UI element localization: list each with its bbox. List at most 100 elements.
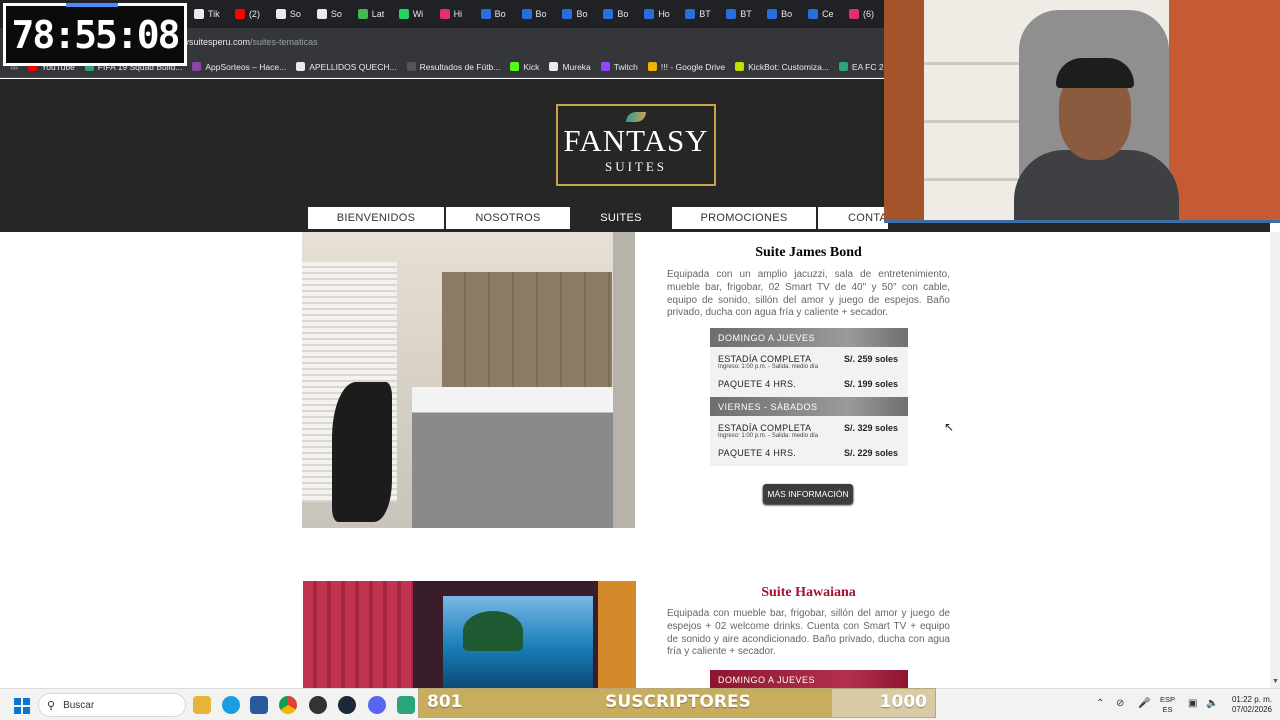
file-explorer-icon[interactable]	[193, 696, 211, 714]
network-icon[interactable]: ⊘	[1116, 698, 1124, 709]
mouse-cursor-icon: ↖	[944, 420, 955, 434]
browser-tab[interactable]: Wi	[393, 0, 434, 28]
tab-title: Tik	[208, 9, 220, 19]
price-group-header: DOMINGO A JUEVES	[710, 670, 908, 688]
bookmark-favicon-icon	[510, 62, 520, 71]
tab-title: Ce	[822, 9, 834, 19]
fantasy-suites-logo[interactable]: FANTASY SUITES	[556, 104, 716, 186]
tab-favicon-icon	[644, 9, 655, 19]
tab-favicon-icon	[562, 9, 573, 19]
price-row-value: S/. 259 soles	[843, 354, 898, 364]
browser-tab[interactable]: Bo	[556, 0, 597, 28]
page-scrollbar[interactable]	[1270, 232, 1280, 688]
suite-title: Suite James Bond	[755, 245, 862, 260]
nav-nosotros[interactable]: NOSOTROS	[446, 207, 570, 229]
bookmark-item[interactable]: EA FC 26	[838, 62, 884, 72]
tab-title: Lat	[371, 9, 385, 19]
language-indicator[interactable]: ESP ES	[1160, 695, 1175, 715]
obs-icon[interactable]	[309, 696, 327, 714]
bookmark-item[interactable]: Twitch	[600, 61, 638, 72]
nav-contacto[interactable]: CONTACTO	[818, 207, 888, 229]
browser-tab[interactable]: Bo	[761, 0, 802, 28]
browser-tab[interactable]: Bo	[516, 0, 557, 28]
browser-tab[interactable]: So	[270, 0, 311, 28]
tab-favicon-icon	[849, 9, 859, 19]
tab-title: Bo	[494, 9, 506, 19]
tab-favicon-icon	[194, 9, 204, 19]
suite-hawaiana-photo	[303, 581, 636, 688]
nav-suites[interactable]: SUITES	[572, 207, 670, 229]
scroll-down-icon[interactable]: ▼	[1272, 678, 1279, 685]
palm-tree	[463, 611, 523, 651]
suite-description: Equipada con mueble bar, frigobar, silló…	[667, 608, 950, 658]
browser-tab[interactable]: Hi	[434, 0, 475, 28]
wall	[884, 0, 924, 223]
browser-tab[interactable]: (2)	[229, 0, 270, 28]
door	[613, 232, 635, 528]
bookmark-favicon-icon	[735, 62, 745, 71]
price-row: PAQUETE 4 HRS. S/. 199 soles	[710, 372, 908, 397]
browser-tab[interactable]: Bo	[597, 0, 638, 28]
browser-tab[interactable]: Tik	[188, 0, 229, 28]
price-row: ESTADÍA COMPLETA Ingreso: 1:00 p.m. - Sa…	[710, 416, 908, 441]
taskbar-clock[interactable]: 01:22 p. m. 07/02/2026	[1224, 695, 1272, 715]
subscriber-current: 801	[427, 692, 463, 712]
price-row-label: ESTADÍA COMPLETA	[718, 354, 812, 364]
microphone-icon[interactable]: 🎤	[1138, 698, 1150, 709]
browser-tab[interactable]: Lat	[352, 0, 393, 28]
volume-icon[interactable]: 🔈	[1206, 698, 1218, 709]
bookmark-item[interactable]: APELLIDOS QUECH...	[296, 62, 397, 72]
main-nav: BIENVENIDOS NOSOTROS SUITES PROMOCIONES …	[308, 207, 888, 229]
suite-description: Equipada con un amplio jacuzzi, sala de …	[667, 269, 950, 319]
tab-title: Bo	[535, 9, 547, 19]
nav-promociones[interactable]: PROMOCIONES	[672, 207, 816, 229]
browser-tab[interactable]: BT	[720, 0, 761, 28]
bookmark-favicon-icon	[647, 62, 657, 71]
browser-tab[interactable]: BT	[679, 0, 720, 28]
bookmark-label: Twitch	[613, 61, 638, 72]
tab-favicon-icon	[685, 9, 696, 19]
bookmark-item[interactable]: Mureka	[549, 62, 591, 72]
price-table: DOMINGO A JUEVES ESTADÍA COMPLETA Ingres…	[710, 328, 908, 466]
tab-title: Ho	[658, 9, 670, 19]
bookmark-item[interactable]: AppSorteos – Hace...	[192, 62, 286, 72]
bookmark-favicon-icon	[600, 62, 610, 71]
more-info-button[interactable]: MÁS INFORMACIÓN	[763, 484, 853, 504]
price-group-header: VIERNES - SÁBADOS	[710, 397, 908, 416]
notepad-icon[interactable]	[397, 696, 415, 714]
lang-code: ESP	[1160, 695, 1176, 704]
steam-icon[interactable]	[338, 696, 356, 714]
tab-title: Bo	[781, 9, 793, 19]
chevron-up-icon[interactable]: ⌃	[1096, 698, 1104, 709]
price-row: PAQUETE 4 HRS. S/. 229 soles	[710, 441, 908, 466]
browser-tab[interactable]: Ho	[638, 0, 679, 28]
tab-favicon-icon	[603, 9, 614, 19]
discord-icon[interactable]	[368, 696, 386, 714]
tab-favicon-icon	[480, 9, 491, 19]
clock-date: 07/02/2026	[1231, 705, 1272, 714]
suite-james-bond-photo	[302, 232, 635, 528]
love-chair	[332, 382, 392, 522]
bookmark-favicon-icon	[838, 62, 848, 71]
browser-tab[interactable]: (6)	[843, 0, 884, 28]
edge-icon[interactable]	[222, 696, 240, 714]
logo-main-text: FANTASY	[563, 123, 709, 158]
windows-start-icon[interactable]	[14, 698, 30, 714]
taskbar-search[interactable]: ⚲ Buscar	[38, 693, 186, 717]
bookmark-item[interactable]: KickBot: Customiza...	[735, 62, 829, 72]
display-icon[interactable]: ▣	[1188, 698, 1197, 709]
price-row-sub: Ingreso: 1:00 p.m. - Salida: medio día	[718, 364, 819, 370]
streamer-body	[1014, 150, 1179, 223]
chrome-icon[interactable]	[279, 696, 297, 714]
browser-tab[interactable]: Ce	[802, 0, 843, 28]
lang-layout: ES	[1162, 705, 1173, 714]
tab-favicon-icon	[357, 9, 368, 19]
leaf-icon	[626, 112, 646, 122]
bookmark-item[interactable]: Resultados de Fútb...	[406, 62, 500, 72]
nav-bienvenidos[interactable]: BIENVENIDOS	[308, 207, 444, 229]
bookmark-item[interactable]: !!! - Google Drive	[647, 62, 725, 72]
browser-tab[interactable]: So	[311, 0, 352, 28]
store-icon[interactable]	[250, 696, 268, 714]
bookmark-item[interactable]: Kick	[510, 62, 539, 72]
browser-tab[interactable]: Bo	[475, 0, 516, 28]
